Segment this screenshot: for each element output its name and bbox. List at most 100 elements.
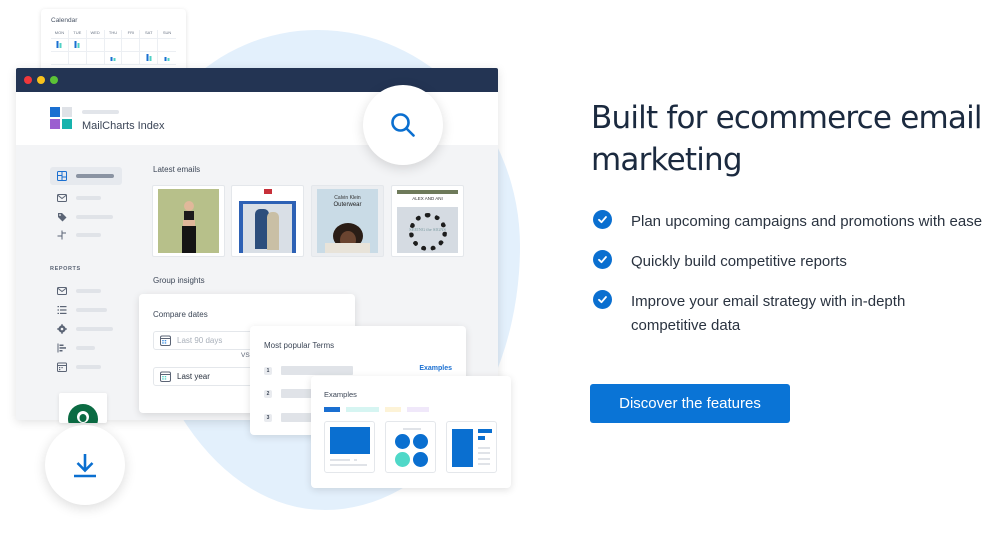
calendar-day: WED: [86, 30, 105, 39]
download-button[interactable]: [45, 425, 125, 505]
example-tile-grid[interactable]: [385, 421, 436, 473]
feature-text: Quickly build competitive reports: [631, 253, 847, 270]
calendar-cell: [158, 52, 176, 65]
email-thumbnail-image: ALEX AND ANI SEEING the SIGNS: [397, 189, 458, 253]
examples-link[interactable]: Examples: [419, 365, 452, 372]
reports-section-label: REPORTS: [50, 266, 81, 272]
sidebar-label-placeholder: [76, 365, 101, 369]
date-range-field-2[interactable]: Last year: [153, 367, 263, 386]
examples-title: Examples: [324, 390, 357, 399]
check-circle-icon: [593, 250, 612, 269]
email-thumbnail[interactable]: [152, 185, 225, 257]
sidebar-label-placeholder: [76, 327, 113, 331]
calendar-cell: [122, 39, 141, 52]
starbucks-logo: [59, 393, 107, 423]
sidebar-label-placeholder: [76, 215, 113, 219]
thumbnail-heading: SEEING the SIGNS: [409, 227, 446, 232]
calendar-day: MON: [51, 30, 69, 39]
sidebar-label-placeholder: [76, 308, 107, 312]
feature-text: Plan upcoming campaigns and promotions w…: [631, 213, 983, 230]
sidebar-item-report-calendar[interactable]: [50, 358, 122, 376]
sidebar-label-placeholder: [76, 289, 101, 293]
sidebar-label-placeholder: [76, 174, 114, 178]
calendar-icon: [160, 335, 171, 346]
mailcharts-logo: [50, 107, 72, 129]
example-tile-banner[interactable]: [324, 421, 375, 473]
sidebar-label-placeholder: [76, 346, 95, 350]
popular-terms-title: Most popular Terms: [264, 341, 335, 350]
email-thumbnail[interactable]: ALEX AND ANI SEEING the SIGNS: [391, 185, 464, 257]
calendar-bars: [164, 57, 170, 61]
calendar-cell: [86, 39, 105, 52]
calendar-day: SUN: [158, 30, 176, 39]
compare-dates-title: Compare dates: [153, 310, 208, 319]
calendar-cell: [51, 39, 69, 52]
term-rank: 3: [264, 413, 272, 422]
sidebar-item-report-list[interactable]: [50, 301, 122, 319]
sidebar-item-report-mail[interactable]: [50, 282, 122, 300]
feature-text: Improve your email strategy with in-dept…: [631, 293, 906, 334]
date-range-field-1[interactable]: Last 90 days: [153, 331, 263, 350]
calendar-grid: MON TUE WED THU FRI SAT SUN: [51, 30, 176, 39]
calendar-icon: [57, 362, 67, 372]
search-button[interactable]: [363, 85, 443, 165]
calendar-cells: [51, 39, 176, 65]
feature-item: Plan upcoming campaigns and promotions w…: [593, 210, 983, 234]
group-insights-title: Group insights: [153, 276, 205, 285]
email-thumbnail-image: [158, 189, 219, 253]
calendar-day: THU: [104, 30, 123, 39]
example-chip[interactable]: [407, 407, 429, 412]
latest-emails-title: Latest emails: [153, 165, 201, 174]
calendar-bars: [74, 41, 80, 48]
bar-chart-icon: [57, 343, 66, 353]
date-range-value: Last year: [177, 372, 210, 381]
sidebar-label-placeholder: [76, 196, 101, 200]
check-circle-icon: [593, 210, 612, 229]
example-chip[interactable]: [346, 407, 379, 412]
example-chip[interactable]: [385, 407, 401, 412]
mail-icon: [57, 194, 67, 202]
sidebar-item-mail[interactable]: [50, 189, 122, 207]
example-chip[interactable]: [324, 407, 340, 412]
calendar-title: Calendar: [51, 17, 78, 24]
term-row[interactable]: 1: [264, 366, 353, 375]
split-icon: [57, 230, 66, 240]
calendar-cell: [68, 52, 87, 65]
calendar-cell: [140, 52, 159, 65]
examples-card: Examples: [311, 376, 511, 488]
calendar-cell: [122, 52, 141, 65]
email-thumbnail[interactable]: Calvin Klein Outerwear: [311, 185, 384, 257]
search-icon: [391, 113, 415, 137]
email-thumbnail[interactable]: [231, 185, 304, 257]
tag-icon: [58, 213, 67, 222]
download-icon: [74, 454, 96, 478]
thumbnail-brand: ALEX AND ANI: [412, 196, 443, 201]
calendar-cell: [140, 39, 159, 52]
feature-item: Improve your email strategy with in-dept…: [593, 290, 983, 338]
example-chips: [324, 407, 429, 412]
page-headline: Built for ecommerce email marketing: [591, 100, 983, 178]
example-tile-sidebar[interactable]: [446, 421, 497, 473]
term-rank: 2: [264, 389, 272, 398]
sidebar-item-report-settings[interactable]: [50, 320, 122, 338]
close-window-button[interactable]: [24, 76, 32, 84]
calendar-bars: [56, 41, 62, 48]
header-placeholder: [82, 110, 119, 114]
email-thumbnail-image: Calvin Klein Outerwear: [317, 189, 378, 253]
calendar-cell: [86, 52, 105, 65]
calendar-bars: [146, 54, 152, 61]
sidebar-item-dashboard[interactable]: [50, 167, 122, 185]
minimize-window-button[interactable]: [37, 76, 45, 84]
calendar-day: SAT: [140, 30, 159, 39]
sidebar-item-split[interactable]: [50, 226, 122, 244]
sidebar-item-report-chart[interactable]: [50, 339, 122, 357]
mail-icon: [57, 287, 67, 295]
discover-features-button[interactable]: Discover the features: [590, 384, 790, 423]
calendar-cell: [51, 52, 69, 65]
sidebar-item-tags[interactable]: [50, 208, 122, 226]
date-range-placeholder: Last 90 days: [177, 336, 223, 345]
maximize-window-button[interactable]: [50, 76, 58, 84]
calendar-bars: [110, 57, 116, 61]
term-placeholder: [281, 366, 353, 375]
sidebar-label-placeholder: [76, 233, 101, 237]
